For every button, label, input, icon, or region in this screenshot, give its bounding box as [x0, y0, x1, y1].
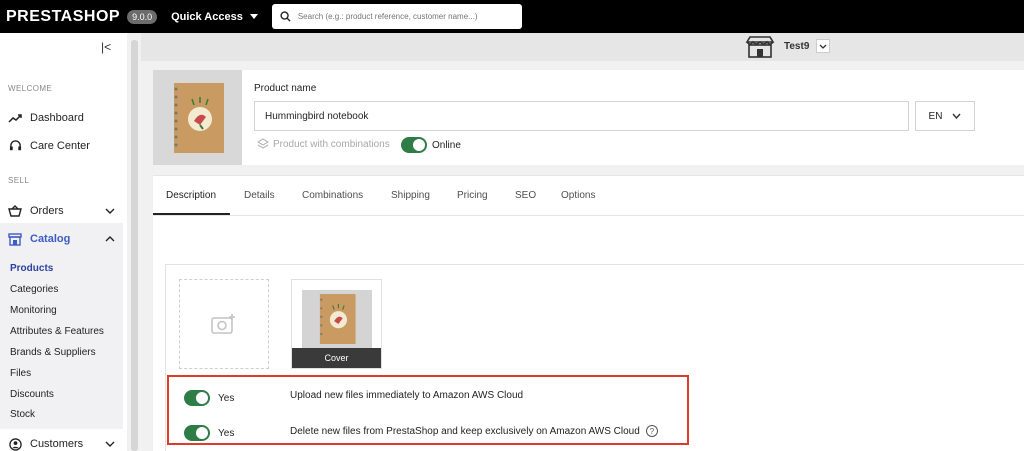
shop-icon — [745, 36, 775, 63]
aws-delete-toggle[interactable] — [184, 425, 210, 441]
aws-delete-label: Delete new files from PrestaShop and kee… — [290, 425, 640, 437]
tab-pricing[interactable]: Pricing — [457, 190, 488, 201]
product-image — [302, 290, 372, 348]
section-sell: SELL — [8, 176, 30, 185]
sidebar-item-orders[interactable]: Orders — [8, 204, 123, 218]
caret-down-icon — [249, 14, 258, 19]
sidebar: |< WELCOME Dashboard Care Center SELL Or… — [0, 33, 127, 451]
sidebar-scrollbar[interactable] — [131, 40, 138, 451]
chevron-down-icon — [105, 205, 115, 217]
add-photo-icon — [211, 314, 235, 334]
submenu-categories[interactable]: Categories — [10, 284, 58, 295]
aws-delete-option: Delete new files from PrestaShop and kee… — [290, 425, 658, 437]
submenu-attributes-features[interactable]: Attributes & Features — [10, 326, 104, 337]
shop-name[interactable]: Test9 — [784, 41, 809, 52]
chevron-down-icon — [952, 113, 961, 119]
prestashop-logo[interactable]: PRESTASHOP — [6, 8, 120, 26]
user-circle-icon — [8, 437, 22, 451]
tab-shipping[interactable]: Shipping — [391, 190, 430, 201]
top-bar: PRESTASHOP 9.0.0 Quick Access — [0, 0, 1024, 33]
submenu-discounts[interactable]: Discounts — [10, 389, 54, 400]
aws-upload-toggle-group: Yes — [184, 390, 234, 406]
section-welcome: WELCOME — [8, 84, 53, 93]
aws-delete-toggle-group: Yes — [184, 425, 234, 441]
product-with-combinations[interactable]: Product with combinations — [257, 138, 390, 150]
quick-access-menu[interactable]: Quick Access — [171, 11, 258, 23]
product-image-card[interactable]: Cover — [291, 279, 382, 369]
tab-combinations[interactable]: Combinations — [302, 190, 363, 201]
chevron-down-icon — [105, 438, 115, 450]
collapse-sidebar-icon[interactable]: |< — [101, 40, 111, 54]
product-name-label: Product name — [254, 83, 317, 94]
layers-icon — [257, 138, 269, 149]
toggle-yes-label: Yes — [218, 427, 235, 439]
headset-icon — [8, 139, 22, 153]
store-icon — [8, 232, 22, 246]
sidebar-item-label: Dashboard — [30, 112, 84, 124]
product-name-value: Hummingbird notebook — [265, 110, 369, 122]
sidebar-item-catalog[interactable]: Catalog — [8, 232, 123, 246]
aws-upload-toggle[interactable] — [184, 390, 210, 406]
language-value: EN — [928, 110, 943, 122]
product-name-input[interactable]: Hummingbird notebook — [254, 101, 909, 131]
sidebar-item-dashboard[interactable]: Dashboard — [8, 111, 123, 125]
tab-details[interactable]: Details — [244, 190, 275, 201]
search-bar[interactable] — [271, 4, 522, 29]
online-toggle-group: Online — [401, 137, 461, 153]
search-input[interactable] — [297, 12, 518, 21]
tab-description[interactable]: Description — [166, 190, 216, 201]
sidebar-item-label: Orders — [30, 205, 64, 217]
submenu-stock[interactable]: Stock — [10, 409, 35, 420]
tab-seo[interactable]: SEO — [515, 190, 536, 201]
trending-up-icon — [8, 111, 22, 125]
sidebar-item-customers[interactable]: Customers — [8, 437, 123, 451]
toggle-yes-label: Yes — [218, 392, 235, 404]
shop-context-bar: Test9 — [141, 33, 1024, 61]
chevron-up-icon — [105, 233, 115, 245]
product-tabs: Description Details Combinations Shippin… — [153, 175, 1024, 216]
sidebar-item-label: Customers — [30, 438, 84, 450]
online-toggle[interactable] — [401, 137, 427, 153]
online-label: Online — [432, 139, 461, 151]
submenu-brands-suppliers[interactable]: Brands & Suppliers — [10, 347, 96, 358]
search-icon — [280, 11, 291, 22]
basket-icon — [8, 204, 22, 218]
shop-selector-dropdown[interactable] — [816, 39, 830, 53]
product-thumbnail — [153, 70, 242, 165]
submenu-monitoring[interactable]: Monitoring — [10, 305, 57, 316]
quick-access-label: Quick Access — [171, 10, 243, 23]
cover-badge: Cover — [292, 348, 381, 368]
version-badge: 9.0.0 — [127, 9, 158, 24]
aws-upload-label: Upload new files immediately to Amazon A… — [290, 390, 524, 401]
submenu-files[interactable]: Files — [10, 368, 31, 379]
tab-options[interactable]: Options — [561, 190, 595, 201]
add-image-dropzone[interactable] — [179, 279, 269, 369]
sidebar-item-label: Care Center — [30, 140, 90, 152]
language-select[interactable]: EN — [915, 101, 975, 131]
submenu-products[interactable]: Products — [10, 263, 53, 274]
help-icon[interactable]: ? — [645, 425, 658, 437]
combinations-label: Product with combinations — [273, 138, 390, 150]
chevron-down-icon — [819, 44, 827, 49]
sidebar-item-care-center[interactable]: Care Center — [8, 139, 123, 153]
sidebar-item-label: Catalog — [30, 233, 71, 245]
